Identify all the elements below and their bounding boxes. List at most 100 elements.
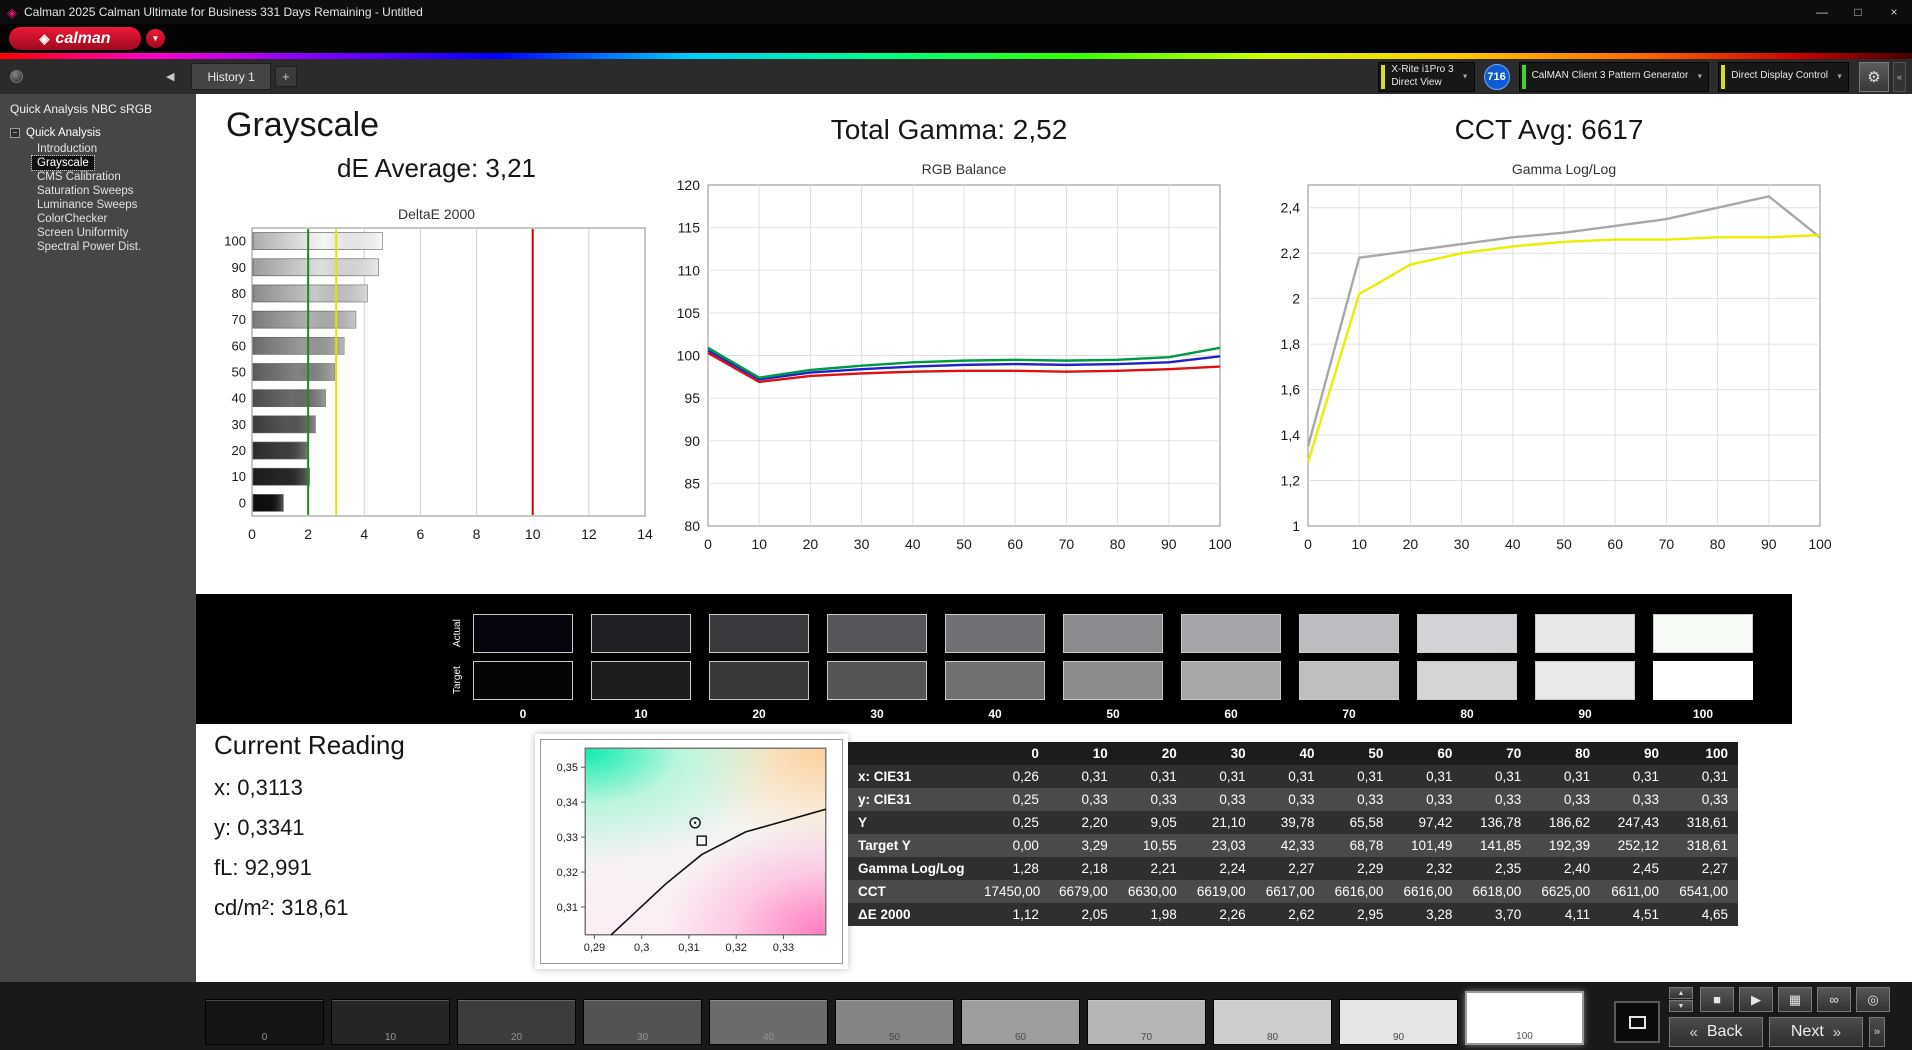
spin-up-button[interactable]: ▲ [1669,987,1693,999]
rgb-balance-chart: 0 10 20 30 40 50 60 70 80 90 100 80 85 90 95 100 105 110 1… [677,177,1232,552]
minimize-button[interactable]: — [1804,0,1840,24]
back-button[interactable]: « Back [1669,1017,1763,1047]
reading-x: x: 0,3113 [214,775,303,800]
next-button[interactable]: Next » [1769,1017,1863,1047]
actual-swatch-80 [1417,614,1517,653]
sidebar-item-luminance-sweeps[interactable]: Luminance Sweeps [32,198,142,212]
tree-expander-icon[interactable]: − [10,128,20,138]
pattern-window-toggle-button[interactable] [1614,1001,1660,1043]
table-corner-cell [848,742,980,765]
meter-pattern-generator[interactable]: CalMAN Client 3 Pattern Generator ▼ [1518,61,1710,92]
value-cell: 192,39 [1548,838,1591,853]
patch-label: 10 [384,1032,397,1043]
table-row: ΔE 2000 1,12 2,05 1,98 2,26 2,62 2,95 3,28 3,70 4… [848,903,1738,926]
sidebar-item-grayscale[interactable]: Grayscale [31,155,95,171]
axis-label: 12 [581,526,597,542]
target-button[interactable]: ◎ [1856,987,1890,1012]
value-cell: 2,32 [1426,861,1453,876]
value-cell: 0,25 [1012,792,1039,807]
panel-collapse-button[interactable]: « [1893,61,1906,92]
row-label: y: CIE31 [858,792,912,807]
value-cell: 21,10 [1211,815,1246,830]
rgb-chart-title: RGB Balance [921,161,1007,177]
pattern-patch-100[interactable]: 100 [1465,991,1584,1045]
sidebar-item-screen-uniformity[interactable]: Screen Uniformity [32,226,133,240]
axis-label: 90 [1161,536,1177,552]
sidebar-item-spectral-power-dist-[interactable]: Spectral Power Dist. [32,240,146,254]
value-cell: 3,70 [1494,907,1522,922]
sidebar-item-introduction[interactable]: Introduction [32,142,102,156]
calman-logo-text: calman [55,29,111,47]
axis-label: 1,6 [1281,382,1301,398]
axis-label: 110 [678,262,701,278]
sidebar-collapse-button[interactable]: ◀ [166,70,174,83]
column-header-100: 100 [1705,746,1728,761]
axis-label: 0 [1304,536,1312,552]
sidebar-item-saturation-sweeps[interactable]: Saturation Sweeps [32,184,139,198]
meter-accent [1381,64,1386,89]
chevrons-right-icon: » [1832,1023,1842,1041]
target-point [696,835,707,846]
add-tab-button[interactable]: + [274,66,297,87]
value-cell: 136,78 [1479,815,1522,830]
page-forward-button[interactable]: » [1869,1017,1885,1047]
chevron-down-icon: ▼ [1461,73,1469,80]
swatch-label: 20 [752,707,766,721]
target-swatch-80 [1417,661,1517,700]
value-cell: 0,33 [1563,792,1591,807]
tab-history-1[interactable]: History 1 [191,63,271,90]
axis-label: 20 [803,536,819,552]
continuous-read-button[interactable]: ∞ [1817,987,1851,1012]
sidebar-item-colorchecker[interactable]: ColorChecker [32,212,112,226]
axis-label: 50 [232,365,246,380]
tree-root-quick-analysis[interactable]: − Quick Analysis [0,125,196,142]
save-button[interactable]: ▦ [1778,987,1812,1012]
pattern-patch-60[interactable]: 60 [961,999,1080,1045]
swatch-column-60: 60 [1181,614,1281,721]
play-button[interactable]: ▶ [1739,987,1773,1012]
pattern-patch-90[interactable]: 90 [1339,999,1458,1045]
sidebar-item-cms-calibration[interactable]: CMS Calibration [32,170,126,184]
pattern-patch-50[interactable]: 50 [835,999,954,1045]
spin-down-button[interactable]: ▼ [1669,1000,1693,1012]
target-swatch-40 [945,661,1045,700]
axis-label: 90 [232,260,246,275]
swatch-column-0: 0 [473,614,573,721]
pattern-patch-10[interactable]: 10 [331,999,450,1045]
target-swatch-30 [827,661,927,700]
value-cell: 0,33 [1632,792,1660,807]
patch-label: 40 [762,1032,775,1043]
home-circle-icon[interactable] [10,70,23,83]
main-menu-button[interactable]: ▼ [146,29,165,48]
current-reading-panel: Current Reading x: 0,3113 y: 0,3341 fL: … [214,730,405,921]
value-cell: 17450,00 [984,884,1041,899]
axis-label: 40 [1505,536,1521,552]
maximize-button[interactable]: □ [1840,0,1876,24]
patch-label: 100 [1516,1031,1533,1042]
column-header-50: 50 [1368,746,1384,761]
meter-display-control[interactable]: Direct Display Control ▼ [1718,61,1849,92]
table-row: x: CIE31 0,26 0,31 0,31 0,31 0,31 0,31 0,31 0,31… [848,765,1738,788]
app-diamond-icon: ◈ [7,4,17,20]
pattern-patch-30[interactable]: 30 [583,999,702,1045]
pattern-patch-70[interactable]: 70 [1087,999,1206,1045]
value-cell: 0,26 [1012,769,1039,784]
stop-button[interactable]: ■ [1700,987,1734,1012]
column-header-90: 90 [1644,746,1660,761]
calman-logo[interactable]: ◈ calman [9,27,141,50]
meter-source-device[interactable]: X-Rite i1Pro 3 Direct View ▼ [1378,61,1475,92]
table-row: CCT 17450,00 6679,00 6630,00 6619,00 6617,00 6… [848,880,1738,903]
pattern-patch-0[interactable]: 0 [205,999,324,1045]
pattern-patch-20[interactable]: 20 [457,999,576,1045]
pattern-patch-40[interactable]: 40 [709,999,828,1045]
pattern-patch-80[interactable]: 80 [1213,999,1332,1045]
row-label: ΔE 2000 [858,907,911,922]
value-cell: 0,31 [1701,769,1728,784]
close-button[interactable]: × [1876,0,1912,24]
swatch-label: 60 [1224,707,1238,721]
actual-swatch-60 [1181,614,1281,653]
settings-gear-button[interactable]: ⚙ [1859,61,1889,92]
axis-label: 115 [678,220,701,236]
value-cell: 6618,00 [1472,884,1522,899]
actual-swatch-0 [473,614,573,653]
